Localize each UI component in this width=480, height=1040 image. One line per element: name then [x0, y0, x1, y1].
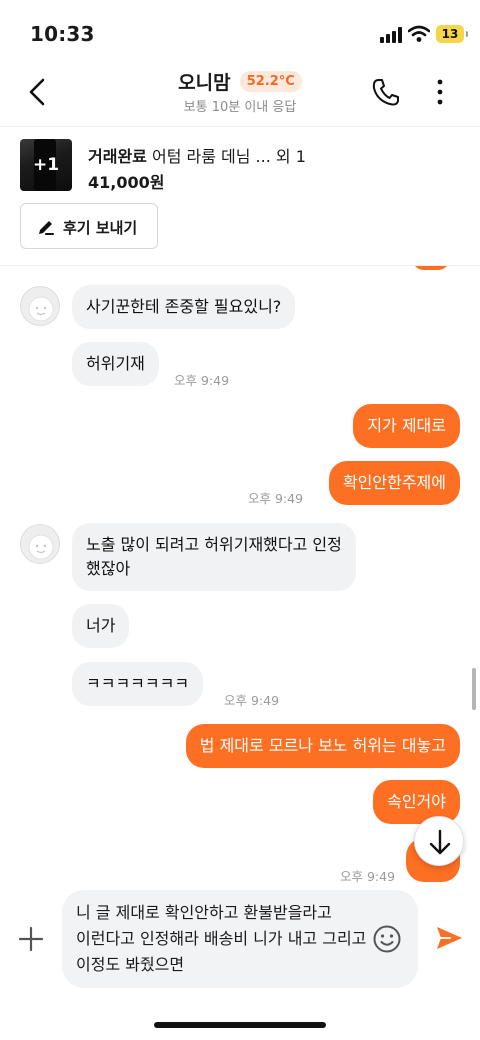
- product-info-bar[interactable]: +1 거래완료 어텀 라룸 데님 ... 외 1 41,000원 후기 보내기: [0, 126, 480, 266]
- trade-status-label: 거래완료: [88, 147, 147, 166]
- chat-header: 오니맘 52.2°C 보통 10분 이내 응답: [0, 62, 480, 126]
- phone-icon[interactable]: [370, 76, 400, 108]
- message-bubble-incoming: 사기꾼한테 존중할 필요있니?: [72, 285, 296, 329]
- message-time: 오후 9:49: [248, 491, 304, 506]
- scrollbar-thumb[interactable]: [472, 668, 476, 710]
- message-bubble-outgoing: 법 제대로 모르나 보노 허위는 대놓고: [185, 724, 460, 768]
- scroll-to-bottom-button[interactable]: [414, 816, 464, 866]
- partner-avatar[interactable]: [20, 524, 60, 564]
- partner-avatar[interactable]: [20, 286, 60, 326]
- status-time: 10:33: [30, 22, 95, 46]
- message-time: 오후 9:49: [340, 869, 396, 884]
- more-vertical-icon[interactable]: [430, 76, 450, 108]
- home-indicator: [154, 1022, 326, 1028]
- message-bubble-incoming: 너가: [72, 604, 130, 648]
- message-time: 오후 9:49: [174, 373, 230, 388]
- partner-name[interactable]: 오니맘: [178, 72, 230, 94]
- message-bubble-incoming: 허위기재: [72, 342, 159, 386]
- message-time: 오후 9:49: [224, 693, 280, 708]
- product-title-line: 거래완료 어텀 라룸 데님 ... 외 1: [88, 143, 306, 167]
- manner-temperature-badge: 52.2°C: [239, 71, 302, 92]
- product-thumbnail[interactable]: +1: [20, 139, 72, 191]
- message-bubble-incoming: 노출 많이 되려고 허위기재했다고 인정 했잖아: [72, 523, 356, 591]
- thumbnail-extra-count: +1: [20, 139, 72, 191]
- wifi-icon: [408, 25, 430, 42]
- status-bar: 10:33 13: [0, 0, 480, 62]
- send-review-button[interactable]: 후기 보내기: [20, 203, 158, 249]
- response-time-text: 보통 10분 이내 응답: [183, 100, 297, 115]
- pencil-icon: [39, 221, 54, 235]
- plus-icon[interactable]: [18, 926, 44, 952]
- message-bubble-incoming: ㅋㅋㅋㅋㅋㅋㅋ: [72, 662, 204, 706]
- signal-icon: [380, 27, 402, 43]
- product-title: 어텀 라룸 데님 ... 외 1: [151, 147, 306, 166]
- avatar-face-icon: [28, 534, 54, 560]
- smile-icon[interactable]: [372, 924, 402, 954]
- product-price: 41,000원: [88, 173, 165, 192]
- message-bubble-outgoing: 지가 제대로: [353, 404, 460, 448]
- battery-indicator: 13: [436, 25, 468, 43]
- message-input-field[interactable]: 니 글 제대로 확인안하고 환불받을라고 이런다고 인정해라 배송비 니가 내고…: [62, 890, 418, 988]
- avatar-face-icon: [28, 296, 54, 322]
- previous-message-bubble-edge: [412, 266, 450, 270]
- send-icon[interactable]: [434, 924, 464, 952]
- message-bubble-outgoing: 확인안한주제에: [328, 461, 460, 505]
- arrow-down-icon: [429, 829, 451, 855]
- message-input-text[interactable]: 니 글 제대로 확인안하고 환불받을라고 이런다고 인정해라 배송비 니가 내고…: [76, 900, 376, 978]
- message-input-bar: 니 글 제대로 확인안하고 환불받을라고 이런다고 인정해라 배송비 니가 내고…: [0, 888, 480, 992]
- header-title-row: 오니맘 52.2°C: [0, 68, 480, 95]
- message-list[interactable]: 사기꾼한테 존중할 필요있니? 허위기재 오후 9:49 지가 제대로 확인안한…: [0, 266, 480, 888]
- send-review-label: 후기 보내기: [63, 219, 138, 237]
